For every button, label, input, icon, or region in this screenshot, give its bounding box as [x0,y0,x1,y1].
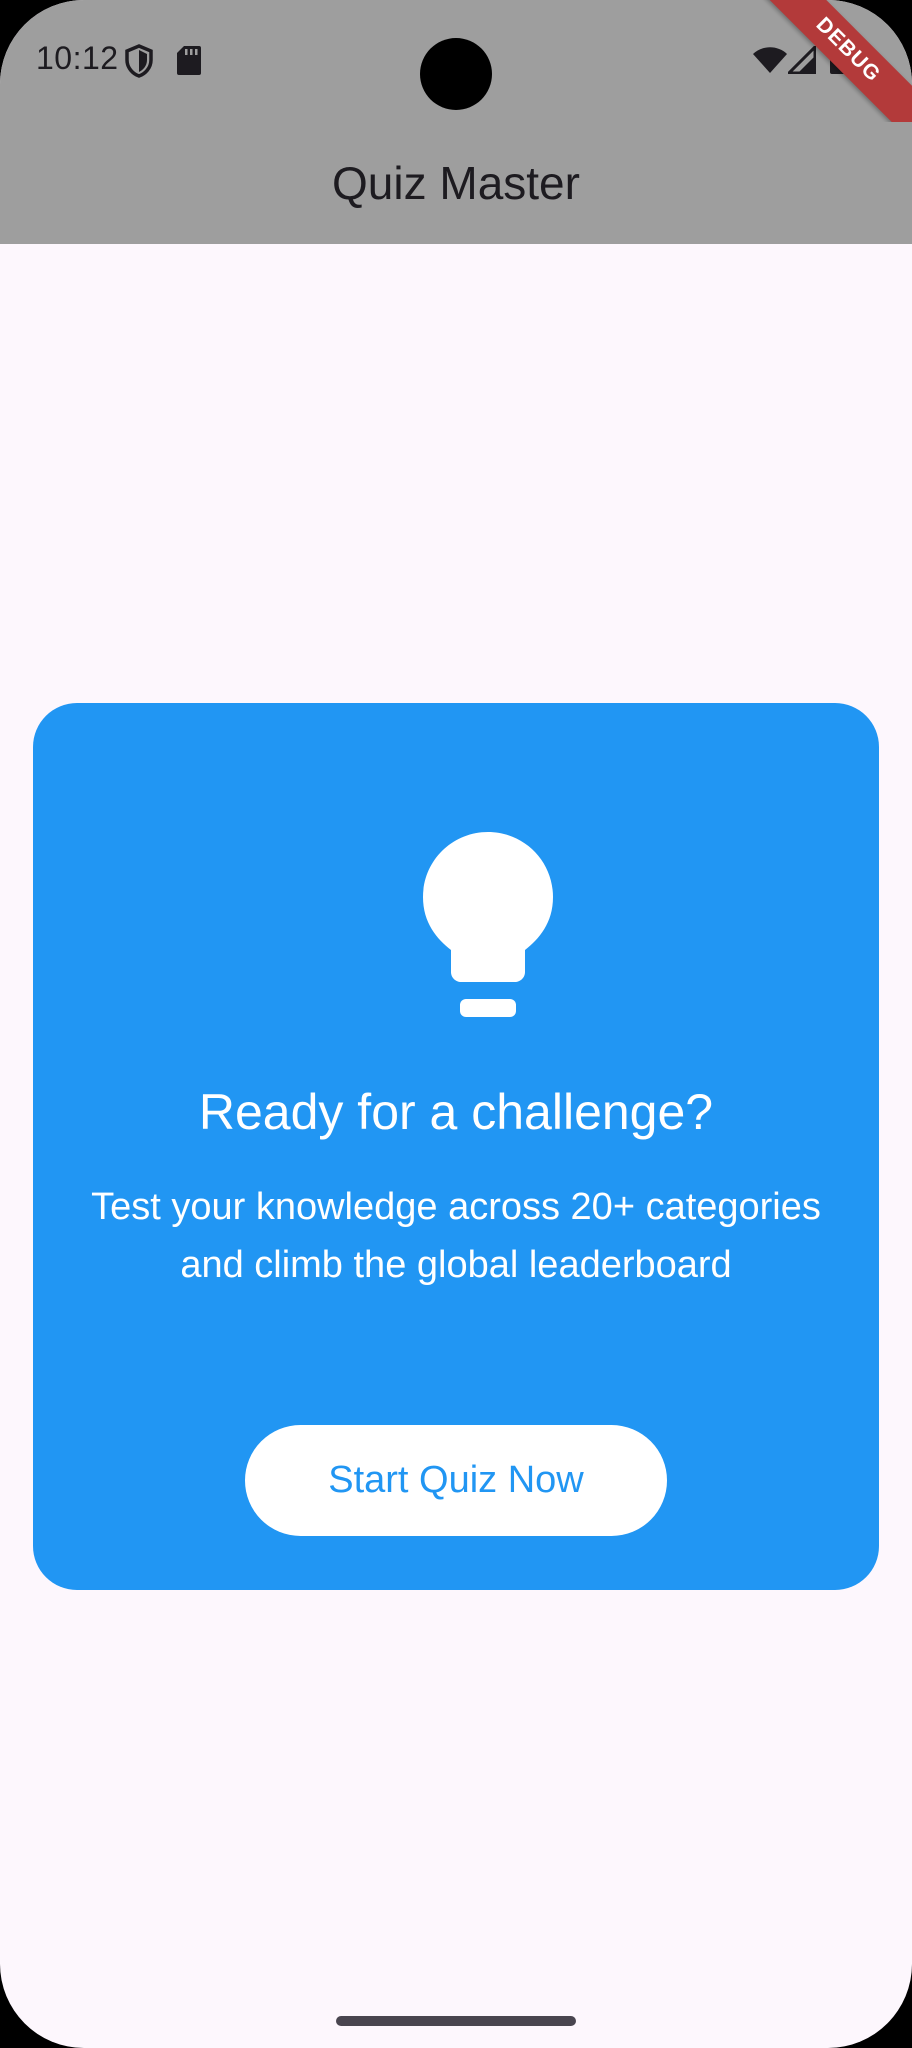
signal-icon [788,46,816,74]
start-quiz-button[interactable]: Start Quiz Now [245,1425,667,1536]
status-bar: 10:12 DEBUG [0,0,912,149]
status-time: 10:12 [36,40,119,76]
sd-card-icon [177,46,201,75]
app-bar: Quiz Master [0,122,912,244]
shield-icon [125,44,153,78]
phone-screen: 10:12 DEBUG Quiz Master Ready for a chal… [0,0,912,2048]
wifi-icon [753,47,787,73]
card-subtitle: Test your knowledge across 20+ categorie… [91,1186,821,1286]
front-camera [420,38,492,110]
app-title: Quiz Master [332,157,580,209]
card-title: Ready for a challenge? [198,1084,714,1140]
challenge-card: Ready for a challenge? Test your knowled… [33,703,879,1590]
home-indicator[interactable] [336,2016,576,2026]
lightbulb-icon [423,832,553,1017]
